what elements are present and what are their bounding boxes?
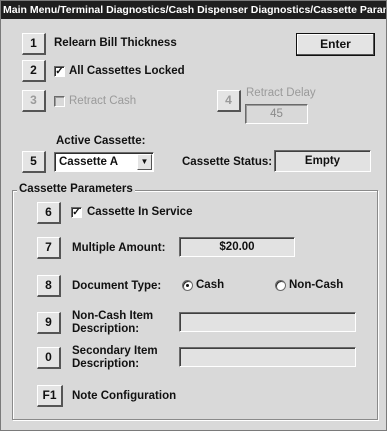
secondary-description-label: Secondary Item Description: [72,345,158,370]
retract-cash-checkbox[interactable] [54,96,65,107]
cassette-parameters-title: Cassette Parameters [17,183,135,195]
note-configuration-key-button[interactable]: F1 [37,385,63,407]
cassette-status-label: Cassette Status: [182,156,273,168]
document-type-label: Document Type: [72,280,162,292]
retract-delay-field[interactable]: 45 [245,104,308,124]
active-cassette-key-button[interactable]: 5 [22,151,46,173]
secondary-description-field[interactable] [179,347,356,367]
in-service-checkbox[interactable]: ✓ [71,207,82,218]
cassettes-locked-checkbox[interactable]: ✓ [54,66,65,77]
retract-delay-key-button[interactable]: 4 [217,90,241,112]
active-cassette-label: Active Cassette: [56,135,146,147]
non-cash-description-key-button[interactable]: 9 [37,312,61,334]
chevron-down-icon[interactable]: ▼ [137,154,152,170]
retract-cash-key-button[interactable]: 3 [22,90,46,112]
relearn-key-button[interactable]: 1 [22,33,46,55]
secondary-description-key-button[interactable]: 0 [37,347,61,369]
multiple-amount-field[interactable]: $20.00 [179,237,295,257]
cash-radio[interactable] [182,280,193,291]
cash-radio-label: Cash [196,279,225,291]
active-cassette-value: Cassette A [59,156,119,168]
non-cash-radio[interactable] [275,280,286,291]
relearn-label: Relearn Bill Thickness [54,37,177,49]
non-cash-description-field[interactable] [179,312,356,332]
cassette-parameters-window: Main Menu/Terminal Diagnostics/Cash Disp… [0,0,387,431]
cassettes-locked-label: All Cassettes Locked [69,65,185,77]
retract-delay-label: Retract Delay [246,87,316,99]
document-type-key-button[interactable]: 8 [37,275,61,297]
cassette-parameters-group [12,190,378,420]
in-service-label: Cassette In Service [87,206,193,218]
window-title: Main Menu/Terminal Diagnostics/Cash Disp… [1,1,386,19]
multiple-amount-label: Multiple Amount: [72,242,166,254]
in-service-key-button[interactable]: 6 [37,202,61,224]
active-cassette-select[interactable]: Cassette A ▼ [54,152,154,172]
multiple-amount-key-button[interactable]: 7 [37,237,61,259]
cassette-status-field: Empty [274,150,371,172]
non-cash-radio-label: Non-Cash [289,279,344,291]
note-configuration-label: Note Configuration [72,390,177,402]
non-cash-description-label: Non-Cash Item Description: [72,310,154,335]
retract-cash-label: Retract Cash [69,95,137,107]
enter-button[interactable]: Enter [296,33,375,56]
cassettes-locked-key-button[interactable]: 2 [22,60,46,82]
